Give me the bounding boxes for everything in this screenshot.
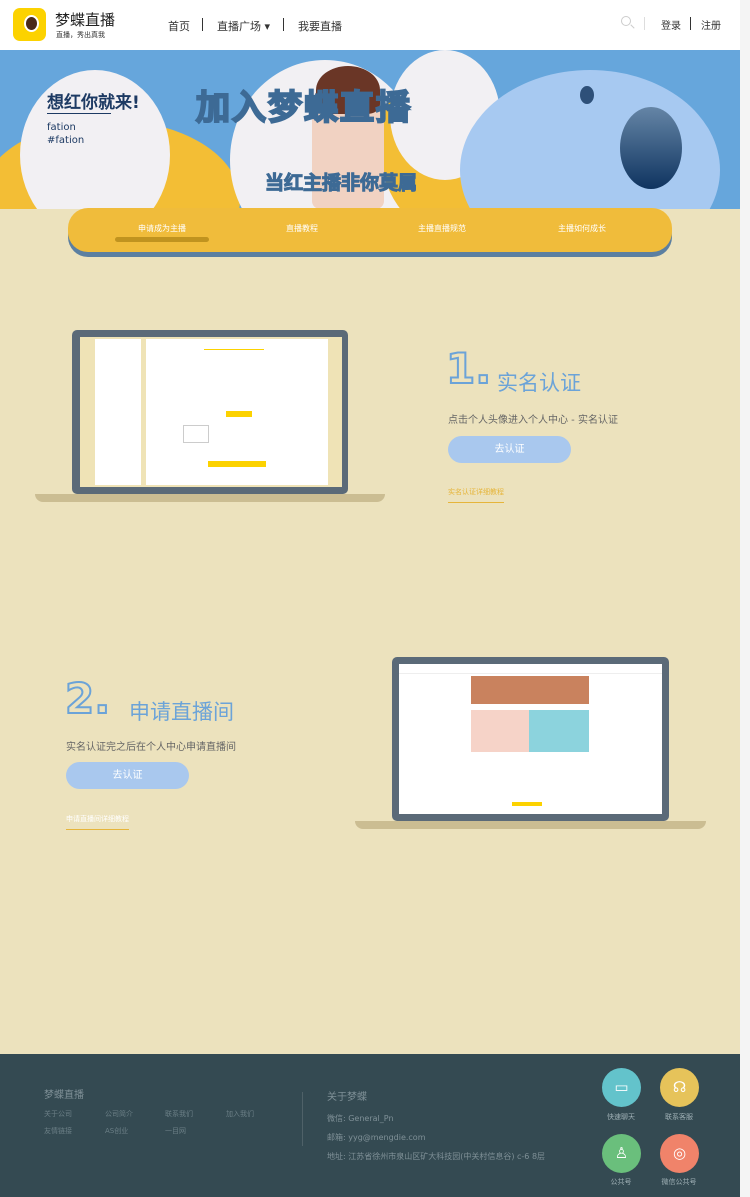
decor — [580, 86, 594, 104]
footer-link[interactable]: 一目网 — [165, 1126, 186, 1136]
nav-live-square[interactable]: 直播广场 ▾ — [217, 18, 270, 34]
scrollbar[interactable] — [740, 0, 750, 1197]
footer-link[interactable]: 加入我们 — [226, 1109, 254, 1119]
logo-icon[interactable] — [13, 8, 46, 41]
step-number: 1. — [445, 343, 492, 394]
laptop-base — [355, 821, 706, 829]
tab-apply-streamer[interactable]: 申请成为主播 — [92, 223, 232, 234]
footer: 梦蝶直播 关于公司 公司简介 联系我们 加入我们 友情链接 AS创业 一目网 关… — [0, 1054, 740, 1197]
wechat-icon[interactable]: ◎ — [660, 1134, 699, 1173]
banner-tag: #fation — [47, 135, 85, 146]
verify-button[interactable]: 去认证 — [448, 436, 571, 463]
verify-button[interactable]: 去认证 — [66, 762, 189, 789]
email-info: 邮箱: yyg@mengdie.com — [327, 1133, 426, 1142]
tab-rules[interactable]: 主播直播规范 — [372, 223, 512, 234]
icon-label: 公共号 — [610, 1178, 632, 1186]
decor — [204, 349, 264, 350]
tab-bar: 申请成为主播 直播教程 主播直播规范 主播如何成长 — [68, 208, 672, 252]
banner-title: 加入梦蝶直播 — [195, 87, 412, 129]
decor — [226, 411, 252, 417]
tab-tutorial[interactable]: 直播教程 — [232, 223, 372, 234]
decor — [529, 710, 589, 752]
nav-divider — [202, 18, 203, 31]
login-link[interactable]: 登录 — [661, 17, 681, 32]
footer-link[interactable]: 友情链接 — [44, 1126, 72, 1136]
step-number: 2. — [64, 673, 111, 724]
decor — [208, 461, 266, 467]
footer-link[interactable]: AS创业 — [105, 1126, 128, 1136]
step-description: 点击个人头像进入个人中心 - 实名认证 — [448, 415, 618, 426]
decor — [183, 425, 209, 443]
laptop-screen — [399, 664, 662, 814]
step-description: 实名认证完之后在个人中心申请直播间 — [66, 742, 236, 753]
laptop-illustration — [392, 657, 669, 821]
divider — [644, 17, 645, 30]
wechat-info: 微信: General_Pn — [327, 1114, 394, 1123]
laptop-base — [35, 494, 385, 502]
laptop-screen — [80, 337, 342, 487]
banner-subtitle: 当红主播非你莫属 — [264, 172, 418, 195]
page: 梦蝶直播 直播，秀出真我 首页 直播广场 ▾ 我要直播 登录 注册 想红你就来!… — [0, 0, 740, 1197]
icon-label: 快速聊天 — [607, 1113, 635, 1121]
top-header: 梦蝶直播 直播，秀出真我 首页 直播广场 ▾ 我要直播 登录 注册 — [0, 0, 740, 50]
divider — [302, 1092, 303, 1146]
active-tab-indicator — [115, 237, 209, 242]
brand-slogan: 直播，秀出真我 — [56, 31, 105, 39]
banner-tag: fation — [47, 122, 76, 133]
footer-link[interactable]: 关于公司 — [44, 1109, 72, 1119]
address-info: 地址: 江苏省徐州市泉山区矿大科技园(中关村信息谷) c-6 8层 — [327, 1152, 546, 1161]
decor — [620, 107, 682, 189]
footer-link[interactable]: 联系我们 — [165, 1109, 193, 1119]
step-title: 实名认证 — [497, 371, 581, 395]
divider — [47, 113, 111, 114]
tutorial-link[interactable]: 实名认证详细教程 — [448, 487, 504, 503]
nav-home[interactable]: 首页 — [168, 18, 190, 34]
headset-icon[interactable]: ☊ — [660, 1068, 699, 1107]
nav-divider — [283, 18, 284, 31]
screenshot-form — [146, 339, 328, 485]
user-icon[interactable]: ♙ — [602, 1134, 641, 1173]
tutorial-link[interactable]: 申请直播间详细教程 — [66, 814, 129, 830]
footer-brand: 梦蝶直播 — [44, 1090, 84, 1101]
register-link[interactable]: 注册 — [701, 17, 721, 32]
nav-go-live[interactable]: 我要直播 — [298, 18, 342, 34]
decor — [399, 664, 662, 674]
decor — [471, 676, 589, 704]
banner-left-title: 想红你就来! — [47, 93, 140, 113]
decor — [512, 802, 542, 806]
laptop-illustration — [72, 330, 348, 494]
search-icon[interactable] — [621, 16, 631, 26]
divider — [690, 17, 691, 30]
step-title: 申请直播间 — [129, 700, 234, 724]
icon-label: 微信公共号 — [661, 1178, 697, 1186]
brand-name: 梦蝶直播 — [55, 11, 116, 29]
icon-label: 联系客服 — [665, 1113, 693, 1121]
screenshot-sidebar — [95, 339, 141, 485]
about-title: 关于梦蝶 — [327, 1092, 367, 1103]
footer-link[interactable]: 公司简介 — [105, 1109, 133, 1119]
chat-icon[interactable]: ▭ — [602, 1068, 641, 1107]
tab-growth[interactable]: 主播如何成长 — [512, 223, 652, 234]
